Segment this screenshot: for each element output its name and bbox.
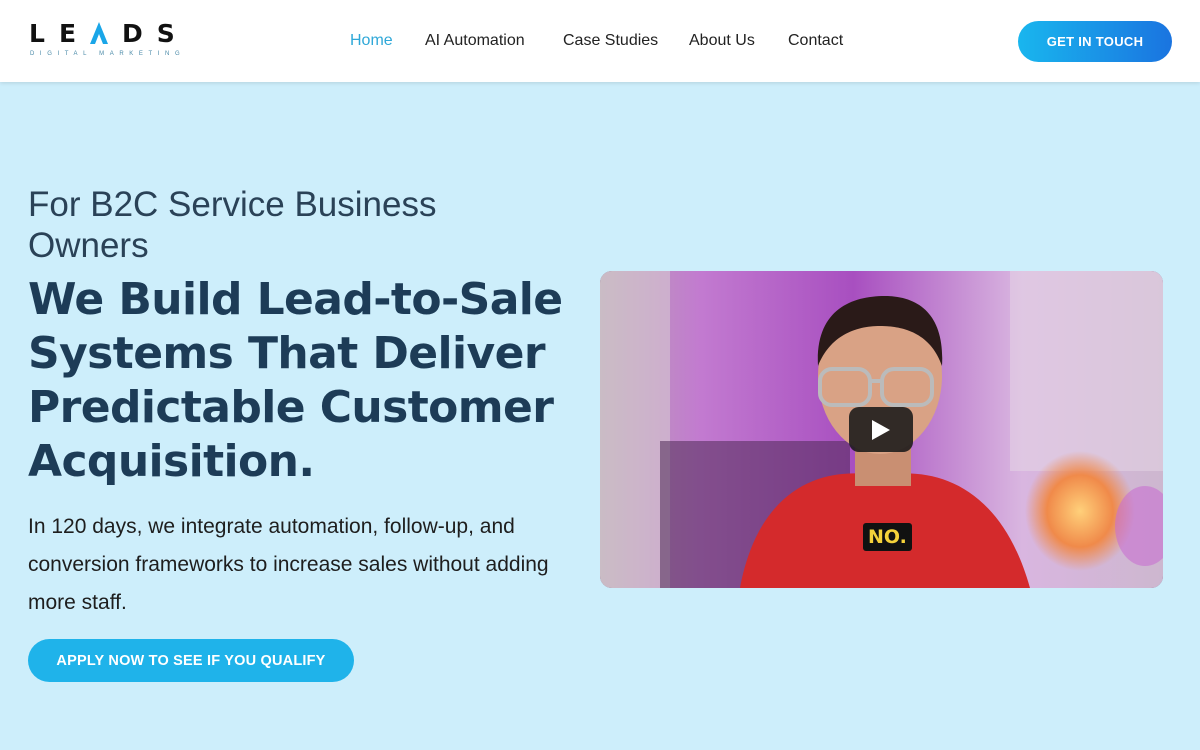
get-in-touch-button[interactable]: GET IN TOUCH <box>1018 21 1172 62</box>
nav-about-us[interactable]: About Us <box>689 30 755 52</box>
hero-eyebrow: For B2C Service Business Owners <box>28 185 437 265</box>
nav-contact[interactable]: Contact <box>788 30 843 52</box>
hero-headline: We Build Lead-to-Sale Systems That Deliv… <box>28 274 563 487</box>
nav-home[interactable]: Home <box>350 30 393 52</box>
hero-description: In 120 days, we integrate automation, fo… <box>28 515 549 614</box>
nav-case-studies[interactable]: Case Studies <box>563 30 658 52</box>
site-header: LE DS DIGITAL MARKETING Home AI Automatio… <box>0 0 1200 82</box>
play-button[interactable] <box>849 407 913 452</box>
nav-ai-automation[interactable]: AI Automation <box>425 30 525 52</box>
apply-now-button[interactable]: APPLY NOW TO SEE IF YOU QUALIFY <box>28 639 354 682</box>
video-player[interactable]: NO. <box>600 271 1163 588</box>
play-icon <box>872 419 890 440</box>
video-caption: NO. <box>863 523 912 551</box>
